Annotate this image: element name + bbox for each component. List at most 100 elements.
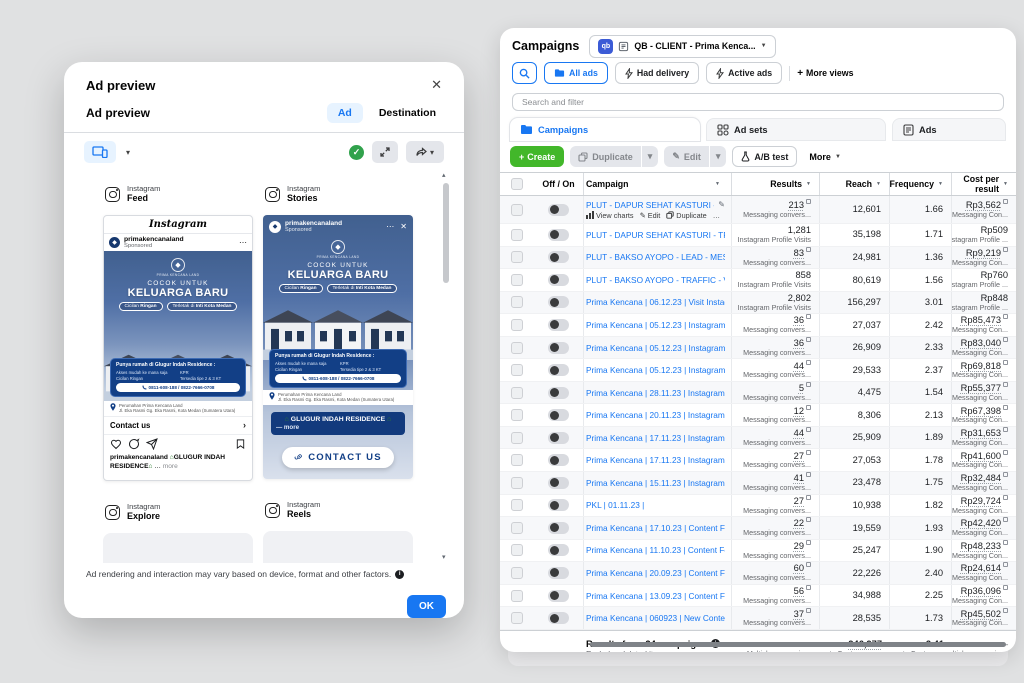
campaign-link[interactable]: Prima Kencana | 20.11.23 | Instagram Cha… [586, 410, 725, 420]
row-checkbox[interactable] [511, 229, 523, 241]
scrollbar-thumb[interactable] [443, 183, 449, 283]
attribution-icon[interactable] [1003, 360, 1008, 365]
campaign-link[interactable]: Prima Kencana | 06.12.23 | Visit Instagr… [586, 297, 725, 307]
campaign-toggle[interactable] [548, 567, 569, 579]
account-selector[interactable]: qb QB - CLIENT - Prima Kenca... ▼ [589, 35, 775, 58]
campaign-link[interactable]: Prima Kencana | 17.11.23 | Instagram Cha… [586, 433, 725, 443]
horizontal-scrollbar-thumb[interactable] [590, 642, 1006, 647]
ok-button[interactable]: OK [407, 595, 446, 618]
row-checkbox[interactable] [511, 544, 523, 556]
attribution-icon[interactable] [1003, 427, 1008, 432]
campaign-link[interactable]: Prima Kencana | 05.12.23 | Instagram Cha… [586, 343, 725, 353]
attribution-icon[interactable] [806, 585, 811, 590]
row-checkbox[interactable] [511, 612, 523, 624]
attribution-icon[interactable] [806, 382, 811, 387]
view-tab-active-ads[interactable]: Active ads [706, 62, 782, 84]
campaign-link[interactable]: Prima Kencana | 15.11.23 | Instagram Cha… [586, 478, 725, 488]
campaign-toggle[interactable] [548, 409, 569, 421]
row-checkbox[interactable] [511, 296, 523, 308]
campaign-toggle[interactable] [548, 364, 569, 376]
attribution-icon[interactable] [1003, 337, 1008, 342]
share-caret[interactable]: ▾ [430, 148, 434, 157]
campaign-toggle[interactable] [548, 544, 569, 556]
view-charts-action[interactable]: View charts [586, 211, 634, 220]
campaign-link[interactable]: PLUT - BAKSO AYOPO - TRAFFIC - VISIT IG … [586, 275, 725, 285]
edit-caret[interactable]: ▾ [710, 146, 727, 167]
attribution-icon[interactable] [806, 517, 811, 522]
attribution-icon[interactable] [806, 495, 811, 500]
attribution-icon[interactable] [1003, 472, 1008, 477]
campaign-toggle[interactable] [548, 319, 569, 331]
column-off-on[interactable]: Off / On [542, 179, 574, 189]
expand-button[interactable] [372, 141, 398, 163]
scroll-down-icon[interactable]: ▾ [442, 553, 446, 561]
attribution-icon[interactable] [806, 608, 811, 613]
attribution-icon[interactable] [806, 472, 811, 477]
row-checkbox[interactable] [511, 522, 523, 534]
like-icon[interactable] [110, 438, 122, 450]
attribution-icon[interactable] [1003, 495, 1008, 500]
campaign-toggle[interactable] [548, 522, 569, 534]
search-input[interactable] [512, 93, 1004, 111]
more-views-button[interactable]: + More views [797, 68, 853, 79]
campaign-toggle[interactable] [548, 477, 569, 489]
info-icon[interactable]: i [395, 570, 404, 579]
attribution-icon[interactable] [1003, 247, 1008, 252]
close-story-icon[interactable]: ✕ [400, 222, 407, 231]
attribution-icon[interactable] [1003, 540, 1008, 545]
column-frequency[interactable]: Frequency [890, 179, 934, 189]
column-cost-per-result[interactable]: Cost per result [952, 174, 999, 194]
campaign-link[interactable]: Prima Kencana | 17.11.23 | Instagram Cha… [586, 455, 725, 465]
campaign-toggle[interactable] [548, 342, 569, 354]
tab-destination[interactable]: Destination [379, 107, 436, 119]
campaign-toggle[interactable] [548, 432, 569, 444]
share-plane-icon[interactable] [146, 438, 158, 450]
attribution-icon[interactable] [1003, 199, 1008, 204]
row-checkbox[interactable] [511, 319, 523, 331]
attribution-icon[interactable] [806, 427, 811, 432]
attribution-icon[interactable] [1003, 585, 1008, 590]
comment-icon[interactable] [128, 438, 140, 450]
row-checkbox[interactable] [511, 567, 523, 579]
row-checkbox[interactable] [511, 454, 523, 466]
attribution-icon[interactable] [806, 405, 811, 410]
tab-ads[interactable]: Ads [892, 118, 1006, 141]
duplicate-action[interactable]: Duplicate [666, 211, 706, 220]
attribution-icon[interactable] [1003, 517, 1008, 522]
sort-caret-icon[interactable]: ▼ [1003, 181, 1008, 187]
row-checkbox[interactable] [511, 387, 523, 399]
campaign-toggle[interactable] [548, 387, 569, 399]
pencil-icon[interactable]: ✎ [718, 200, 725, 209]
select-all-checkbox[interactable] [511, 178, 523, 190]
attribution-icon[interactable] [806, 314, 811, 319]
attribution-icon[interactable] [1003, 450, 1008, 455]
more-button[interactable]: More ▼ [809, 152, 840, 162]
create-button[interactable]: + Create [510, 146, 564, 167]
row-checkbox[interactable] [511, 274, 523, 286]
contact-us-cta[interactable]: Contact us › [104, 416, 252, 435]
more-link[interactable]: — more [276, 424, 400, 431]
campaign-link[interactable]: Prima Kencana | 13.09.23 | Content Feed … [586, 591, 725, 601]
attribution-icon[interactable] [806, 199, 811, 204]
row-checkbox[interactable] [511, 364, 523, 376]
tab-campaigns[interactable]: Campaigns [510, 118, 700, 141]
campaign-toggle[interactable] [548, 274, 569, 286]
column-campaign[interactable]: Campaign [586, 179, 629, 189]
column-results[interactable]: Results [770, 179, 802, 189]
attribution-icon[interactable] [1003, 608, 1008, 613]
duplicate-caret[interactable]: ▾ [642, 146, 659, 167]
campaign-toggle[interactable] [548, 251, 569, 263]
more-link[interactable]: more [163, 463, 178, 470]
row-checkbox[interactable] [511, 432, 523, 444]
sort-caret-icon[interactable]: ▼ [876, 181, 881, 187]
row-checkbox[interactable] [511, 477, 523, 489]
column-reach[interactable]: Reach [846, 179, 872, 189]
attribution-icon[interactable] [1003, 562, 1008, 567]
campaign-link[interactable]: Prima Kencana | 05.12.23 | Instagram Cha… [586, 320, 725, 330]
attribution-icon[interactable] [806, 562, 811, 567]
tab-ad[interactable]: Ad [327, 103, 363, 123]
attribution-icon[interactable] [806, 540, 811, 545]
sort-caret-icon[interactable]: ▼ [806, 181, 811, 187]
bookmark-icon[interactable] [235, 438, 246, 450]
campaign-toggle[interactable] [548, 590, 569, 602]
